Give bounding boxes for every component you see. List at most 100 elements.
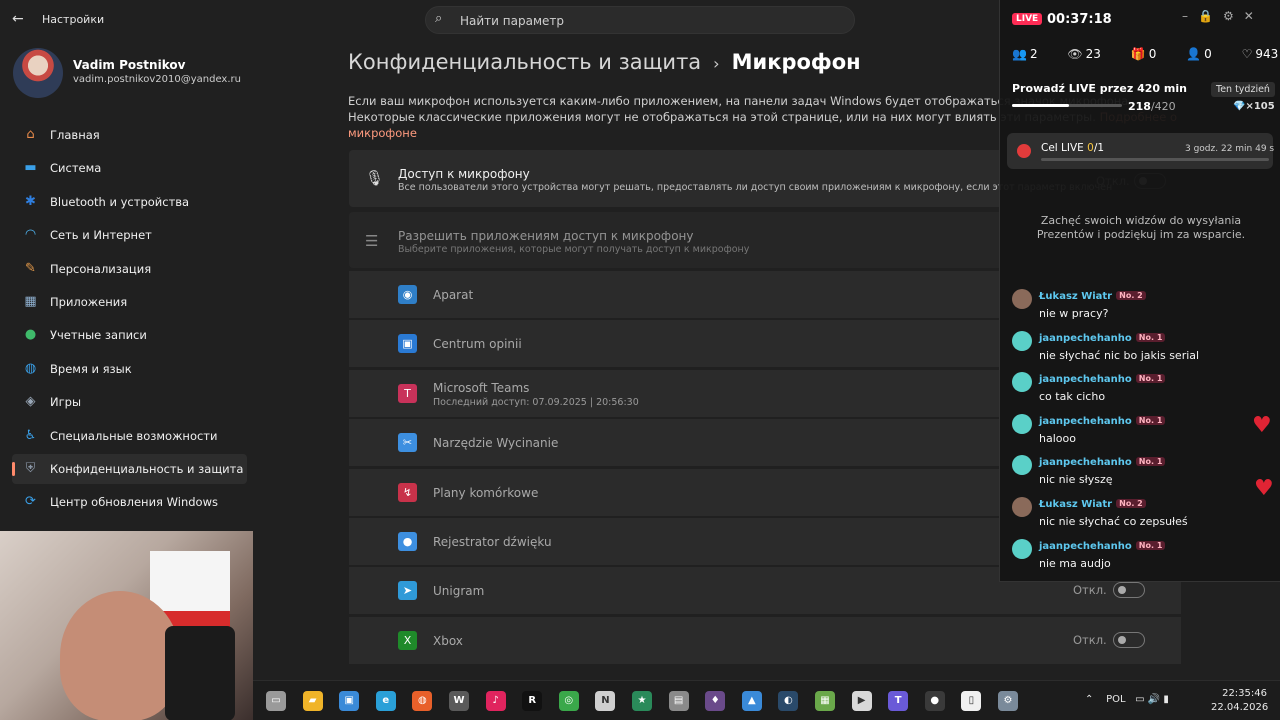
settings-icon[interactable]: ⚙ <box>998 691 1018 711</box>
sidebar-item[interactable]: ♿ Специальные возможности <box>12 421 247 451</box>
desktop-icon[interactable]: ▭ <box>266 691 286 711</box>
avatar[interactable] <box>1012 538 1032 559</box>
live-goal-card[interactable]: Cel LIVE 0/1 3 godz. 22 min 49 s <box>1007 133 1275 169</box>
xbox-icon: X <box>398 630 417 650</box>
shield-icon: ⛨ <box>25 460 36 476</box>
update-icon: ⟳ <box>25 494 36 510</box>
snipping-icon: ✂ <box>398 433 417 453</box>
chat-username-text[interactable]: Łukasz Wiatr <box>1039 291 1112 302</box>
sidebar-item[interactable]: ◈ Игры <box>12 387 247 417</box>
image-icon[interactable]: ▲ <box>741 691 762 711</box>
chat-username-text[interactable]: jaanpechehanho <box>1039 333 1132 344</box>
cel-label: Cel LIVE <box>1041 142 1088 154</box>
avatar[interactable] <box>1012 455 1032 476</box>
chat-username-text[interactable]: jaanpechehanho <box>1039 457 1132 468</box>
app-name: Centrum opinii <box>433 337 522 352</box>
apps-access-title: Разрешить приложениям доступ к микрофону <box>398 229 694 243</box>
sidebar-item[interactable]: ◠ Сеть и Интернет <box>12 220 247 250</box>
star-icon[interactable]: ★ <box>632 691 652 711</box>
minecraft-icon[interactable]: ▦ <box>815 691 835 711</box>
app-toggle[interactable] <box>1113 631 1145 648</box>
user-profile[interactable]: Vadim Postnikov vadim.postnikov2010@yand… <box>13 48 241 98</box>
breadcrumb-parent[interactable]: Конфиденциальность и защита <box>348 50 701 74</box>
avatar[interactable] <box>1012 289 1032 309</box>
sidebar-item-label: Конфиденциальность и защита <box>50 461 244 476</box>
game-icon[interactable]: ♦ <box>705 691 726 711</box>
app-name: Plany komórkowe <box>433 485 539 500</box>
lock-icon[interactable]: 🔒 <box>1198 9 1223 23</box>
search-input[interactable]: ⌕ Найти параметр <box>425 6 855 34</box>
sidebar-item[interactable]: ● Учетные записи <box>12 320 247 350</box>
telegram-icon: ➤ <box>398 581 417 601</box>
profile-name: Vadim Postnikov <box>73 58 186 72</box>
obs-icon[interactable]: ● <box>924 691 945 711</box>
sidebar-item[interactable]: ⌂ Главная <box>12 120 247 150</box>
sidebar-item[interactable]: ⛨ Конфиденциальность и защита <box>12 453 247 484</box>
heart-icon: ♡ <box>1241 47 1253 61</box>
tiktok-icon[interactable]: ♪ <box>485 691 506 711</box>
battery-icon[interactable]: ▮ <box>1163 694 1169 705</box>
viewers-count: 23 <box>1085 47 1101 61</box>
clock[interactable]: 22:35:46 22.04.2026 <box>1211 687 1268 715</box>
box-icon[interactable]: ▤ <box>668 691 689 711</box>
live-window-controls: –🔒⚙✕ <box>1182 9 1264 23</box>
teams-icon[interactable]: T <box>888 691 909 711</box>
chat-text: nie słychać nic bo jakis serial <box>1039 348 1200 362</box>
app-toggle[interactable] <box>1113 582 1145 599</box>
compass-icon[interactable]: N <box>595 691 616 711</box>
edge-icon[interactable]: e <box>375 691 396 711</box>
avatar[interactable] <box>1012 372 1032 393</box>
cel-total: /1 <box>1093 142 1105 154</box>
follow-icon: 👤 <box>1186 47 1202 61</box>
chat-username-text[interactable]: jaanpechehanho <box>1039 416 1132 427</box>
explorer-icon[interactable]: ▰ <box>302 691 323 711</box>
avatar[interactable] <box>1012 496 1032 517</box>
r-icon[interactable]: R <box>522 691 543 711</box>
search-placeholder: Найти параметр <box>460 14 564 28</box>
photos-icon[interactable]: ▣ <box>339 691 360 711</box>
sidebar-item[interactable]: ✎ Персонализация <box>12 254 247 284</box>
rank-badge: No. 2 <box>1116 291 1146 300</box>
settings-icon[interactable]: ⚙ <box>1223 9 1244 23</box>
network-icon[interactable]: ▭ <box>1135 694 1144 705</box>
camera-icon: ◉ <box>398 285 417 304</box>
back-button[interactable]: ← <box>12 11 24 27</box>
app-toggle-state: Откл. <box>1073 632 1107 647</box>
sidebar-item[interactable]: ▬ Система <box>12 153 247 183</box>
player-icon[interactable]: ▶ <box>851 691 872 711</box>
minimize-icon[interactable]: – <box>1182 9 1198 23</box>
goal-period-tag[interactable]: Ten tydzień <box>1211 82 1275 97</box>
goal-count: 218/420 <box>1128 100 1176 113</box>
app-name: Aparat <box>433 288 474 302</box>
chat-username-text[interactable]: Łukasz Wiatr <box>1039 499 1112 510</box>
target-icon <box>1017 144 1031 158</box>
chrome-icon[interactable]: ◎ <box>558 691 579 711</box>
firefox-icon[interactable]: ◍ <box>412 691 433 711</box>
list-icon: ☰ <box>365 232 379 250</box>
avatar[interactable] <box>1012 413 1032 434</box>
chat-username-text[interactable]: jaanpechehanho <box>1039 541 1132 552</box>
wot-icon[interactable]: W <box>449 691 469 711</box>
volume-icon[interactable]: 🔊 <box>1148 694 1160 705</box>
sidebar-item[interactable]: ✱ Bluetooth и устройства <box>12 187 247 217</box>
sidebar-item[interactable]: ⟳ Центр обновления Windows <box>12 487 247 517</box>
live-chat: Łukasz Wiatr No. 2 nie w pracy? jaanpeche… <box>1012 286 1272 577</box>
chat-message: jaanpechehanho No. 1 co tak cicho <box>1012 369 1272 411</box>
sidebar-item[interactable]: ◍ Время и язык <box>12 354 247 384</box>
sidebar-item-label: Специальные возможности <box>50 428 218 443</box>
close-icon[interactable]: ✕ <box>1244 9 1264 23</box>
sidebar-item[interactable]: ▦ Приложения <box>12 287 247 317</box>
sidebar-nav: ⌂ Главная ▬ Система ✱ Bluetooth и устройст… <box>12 120 247 521</box>
steam-icon[interactable]: ◐ <box>778 691 799 711</box>
live-badge: LIVE <box>1012 13 1043 25</box>
language-indicator[interactable]: POL <box>1106 694 1125 705</box>
sidebar-item-label: Bluetooth и устройства <box>50 194 190 209</box>
cel-count: 0 <box>1087 142 1094 154</box>
tray-chevron-icon[interactable]: ⌃ <box>1085 694 1093 705</box>
file-icon[interactable]: ▯ <box>961 691 982 711</box>
avatar[interactable] <box>1012 330 1032 351</box>
cel-time-left: 3 godz. 22 min 49 s <box>1185 144 1275 154</box>
chat-username-text[interactable]: jaanpechehanho <box>1039 374 1132 385</box>
chat-username: jaanpechehanho No. 1 <box>1039 374 1166 385</box>
taskbar: ⌃ POL ▭ 🔊 ▮ 22:35:46 22.04.2026 ▭ ▰ ▣ e ◍ W ♪ R… <box>253 680 1280 720</box>
